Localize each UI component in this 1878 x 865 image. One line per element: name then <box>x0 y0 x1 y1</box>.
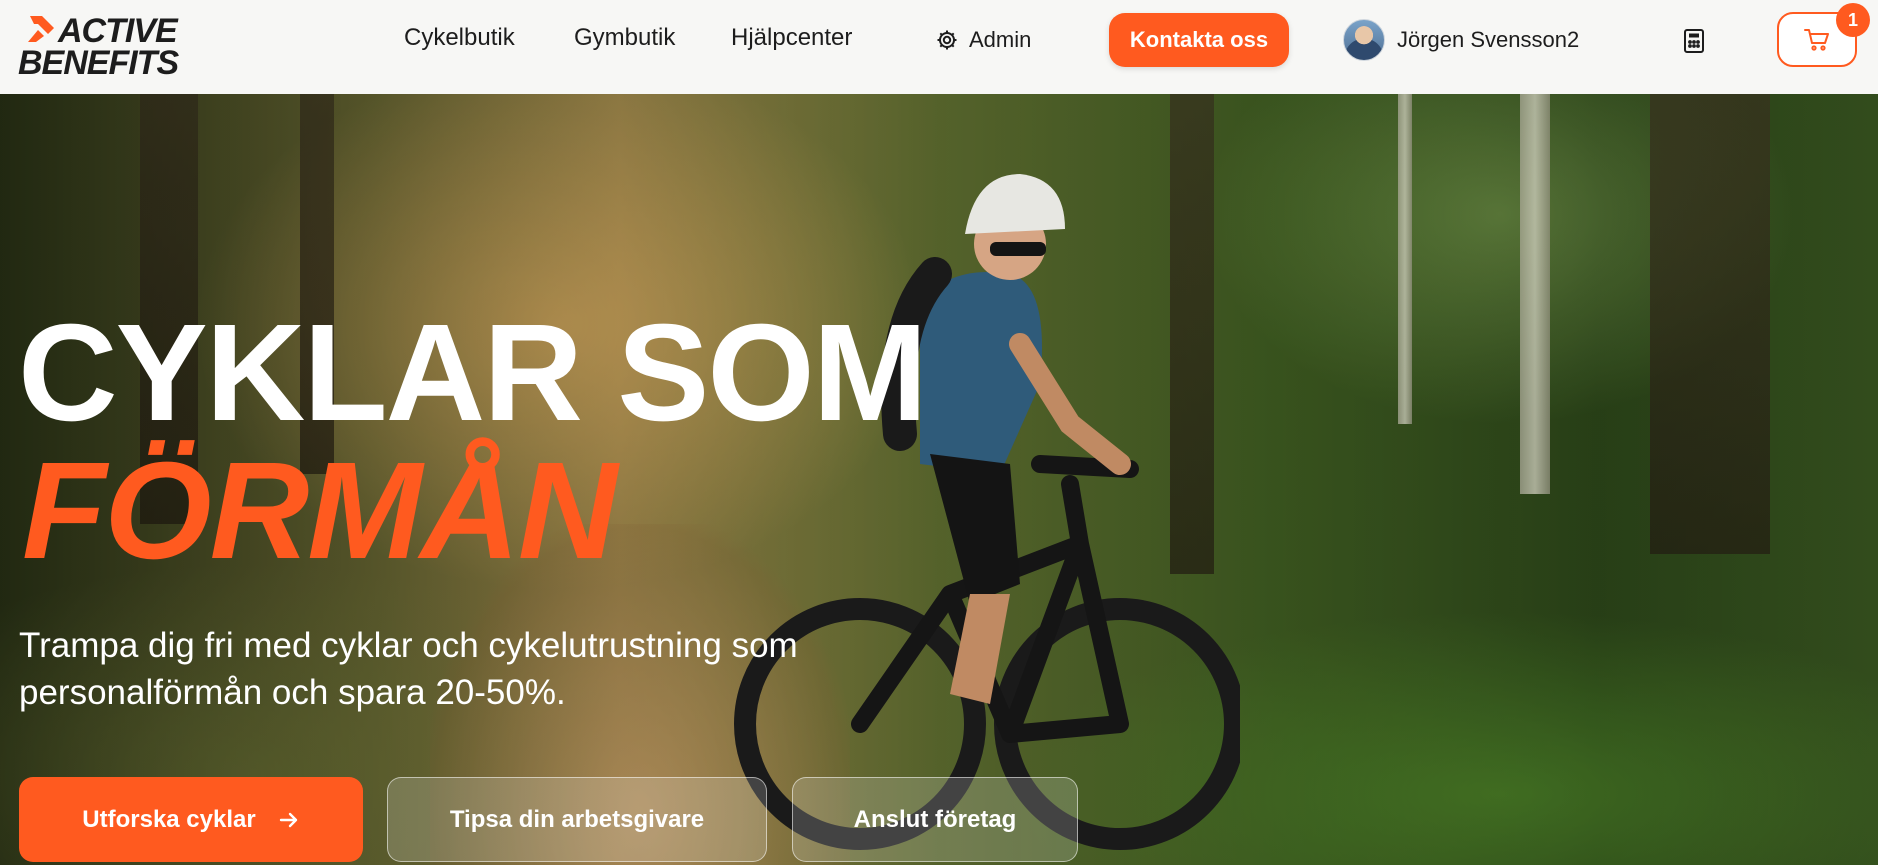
gear-icon <box>937 30 957 50</box>
nav-link-hjalpcenter[interactable]: Hjälpcenter <box>731 24 852 52</box>
join-company-button[interactable]: Anslut företag <box>792 777 1078 862</box>
explore-bikes-label: Utforska cyklar <box>82 805 256 833</box>
user-menu[interactable]: Jörgen Svensson2 <box>1343 19 1579 61</box>
avatar <box>1343 19 1385 61</box>
logo-text-line2: BENEFITS <box>18 44 179 82</box>
cart-count-badge: 1 <box>1836 3 1870 37</box>
arrow-right-icon <box>279 812 297 827</box>
hero-section: CYKLAR SOM FÖRMÅN Trampa dig fri med cyk… <box>0 94 1878 865</box>
explore-bikes-button[interactable]: Utforska cyklar <box>19 777 363 862</box>
hero-subtitle: Trampa dig fri med cyklar och cykelutrus… <box>19 622 919 716</box>
hero-headline-accent: FÖRMÅN <box>22 434 618 588</box>
cart-icon <box>1804 28 1829 51</box>
calculator-icon[interactable] <box>1683 28 1705 54</box>
tip-employer-label: Tipsa din arbetsgivare <box>449 805 705 833</box>
nav-link-cykelbutik[interactable]: Cykelbutik <box>404 24 515 52</box>
admin-link[interactable]: Admin <box>935 24 1031 56</box>
admin-label: Admin <box>969 27 1032 52</box>
hero-headline: CYKLAR SOM <box>18 296 928 450</box>
cyclist-illustration <box>734 174 1240 850</box>
site-header: ACTIVE BENEFITS Cykelbutik Gymbutik Hjäl… <box>0 0 1878 94</box>
contact-button[interactable]: Kontakta oss <box>1109 13 1289 67</box>
nav-link-gymbutik[interactable]: Gymbutik <box>574 24 675 52</box>
tip-employer-button[interactable]: Tipsa din arbetsgivare <box>387 777 767 862</box>
hero-subtitle-line1: Trampa dig fri med cyklar och cykelutrus… <box>19 626 798 665</box>
user-name: Jörgen Svensson2 <box>1397 27 1580 52</box>
join-company-label: Anslut företag <box>853 805 1017 833</box>
logo-mark-icon <box>28 16 54 42</box>
logo-text-line1: ACTIVE <box>58 12 178 50</box>
hero-subtitle-line2: personalförmån och spara 20-50%. <box>19 673 566 712</box>
logo[interactable]: ACTIVE BENEFITS <box>18 10 198 80</box>
